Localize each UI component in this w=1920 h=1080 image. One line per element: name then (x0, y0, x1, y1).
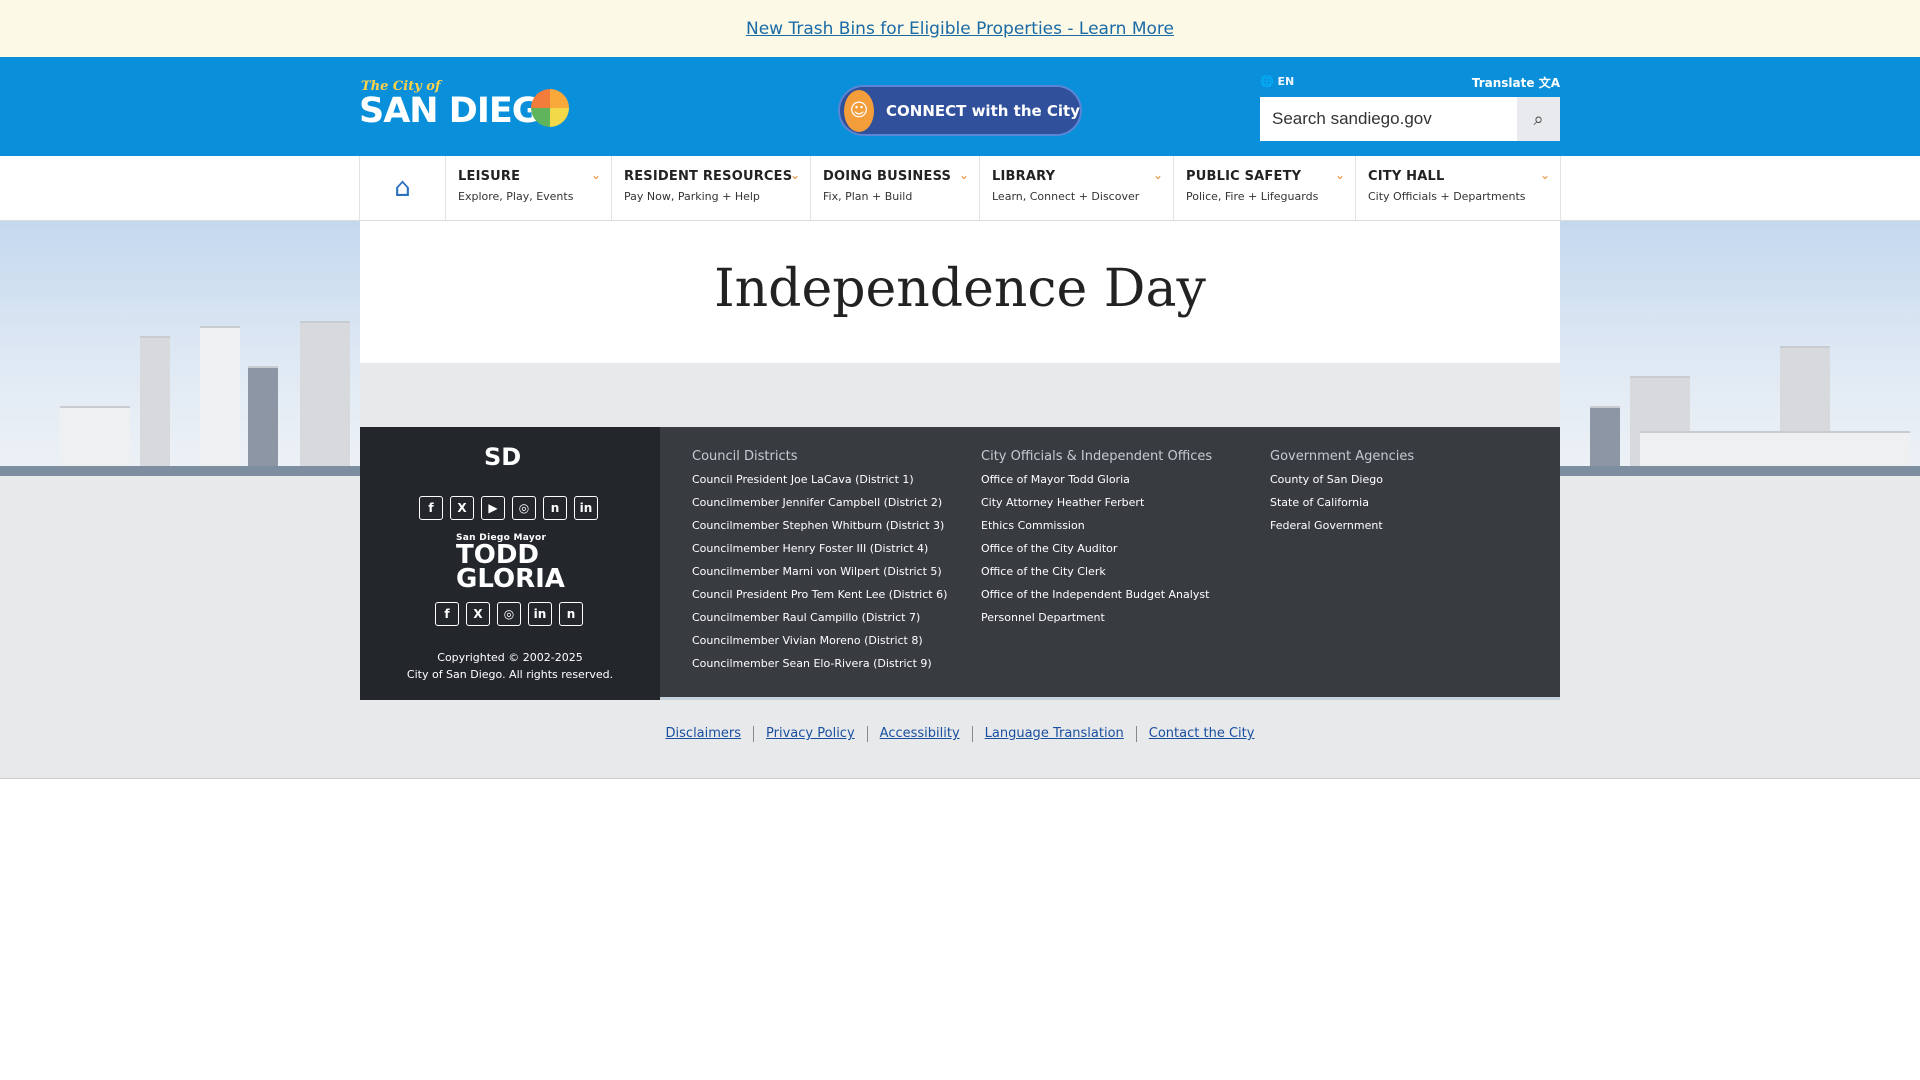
linkedin-icon[interactable]: in (528, 602, 552, 626)
footer-link[interactable]: Councilmember Henry Foster III (District… (692, 542, 947, 556)
facebook-icon[interactable]: f (435, 602, 459, 626)
footer-link[interactable]: Office of the City Auditor (981, 542, 1212, 556)
nav-item-leisure[interactable]: LEISURE Explore, Play, Events ⌄ (446, 156, 612, 220)
mayor-last-name: GLORIA (456, 564, 565, 594)
chevron-down-icon: ⌄ (1334, 168, 1345, 182)
x-twitter-icon[interactable]: X (466, 602, 490, 626)
search-input[interactable] (1260, 97, 1517, 141)
footer-link[interactable]: Councilmember Raul Campillo (District 7) (692, 611, 947, 625)
sd-logo[interactable]: SD (484, 443, 521, 471)
nextdoor-icon[interactable]: n (559, 602, 583, 626)
page-title: Independence Day (714, 259, 1206, 319)
home-icon: ⌂ (394, 173, 411, 203)
footer-column-title: City Officials & Independent Offices (981, 449, 1213, 464)
youtube-icon[interactable]: ▶ (481, 496, 505, 520)
chevron-down-icon: ⌄ (590, 168, 601, 182)
language-selector[interactable]: 🌐 EN (1260, 75, 1294, 88)
footer-link[interactable]: State of California (1270, 496, 1414, 510)
chevron-down-icon: ⌄ (1152, 168, 1163, 182)
connect-button[interactable]: ☺ CONNECT with the City (838, 85, 1082, 136)
footer-column-title: Government Agencies (1270, 449, 1415, 464)
footer-link[interactable]: Council President Pro Tem Kent Lee (Dist… (692, 588, 947, 602)
divider (0, 778, 1920, 779)
nav-item-public-safety[interactable]: PUBLIC SAFETY Police, Fire + Lifeguards … (1174, 156, 1356, 220)
footer-link[interactable]: County of San Diego (1270, 473, 1414, 487)
footer-link[interactable]: Councilmember Jennifer Campbell (Distric… (692, 496, 947, 510)
site-footer: SD f X ▶ ◎ n in San Diego Mayor TODD GLO… (360, 427, 1560, 700)
footer-link[interactable]: Councilmember Marni von Wilpert (Distric… (692, 565, 947, 579)
instagram-icon[interactable]: ◎ (497, 602, 521, 626)
alert-banner: New Trash Bins for Eligible Properties -… (0, 0, 1920, 57)
footer-link[interactable]: Office of the Independent Budget Analyst (981, 588, 1212, 602)
translate-icon: 文A (1538, 76, 1560, 90)
city-social-links: f X ▶ ◎ n in (419, 496, 598, 520)
sun-logo-icon (531, 89, 569, 127)
city-logo[interactable]: The City of SAN DIEGO (359, 79, 569, 135)
footer-column-agencies: Government Agencies County of San Diego … (1270, 449, 1414, 542)
nav-title: DOING BUSINESS (823, 169, 952, 184)
content-band (360, 363, 1560, 427)
footer-column-title: Council Districts (692, 449, 798, 464)
footer-link[interactable]: Office of Mayor Todd Gloria (981, 473, 1212, 487)
footer-link[interactable]: City Attorney Heather Ferbert (981, 496, 1212, 510)
chevron-down-icon: ⌄ (789, 168, 800, 182)
mayor-social-links: f X ◎ in n (435, 602, 583, 626)
disclaimers-link[interactable]: Disclaimers (654, 726, 754, 742)
nav-subtitle: Explore, Play, Events (458, 190, 574, 203)
site-header: The City of SAN DIEGO ☺ CONNECT with the… (0, 57, 1920, 156)
nav-title: LIBRARY (992, 169, 1056, 184)
nextdoor-icon[interactable]: n (543, 496, 567, 520)
footer-link[interactable]: Council President Joe LaCava (District 1… (692, 473, 947, 487)
instagram-icon[interactable]: ◎ (512, 496, 536, 520)
x-twitter-icon[interactable]: X (450, 496, 474, 520)
footer-link[interactable]: Ethics Commission (981, 519, 1212, 533)
mayor-logo[interactable]: San Diego Mayor TODD GLORIA (456, 533, 566, 594)
utility-bar: 🌐 EN Translate 文A (1260, 73, 1560, 93)
linkedin-icon[interactable]: in (574, 496, 598, 520)
nav-subtitle: City Officials + Departments (1368, 190, 1526, 203)
footer-column-officials: City Officials & Independent Offices Off… (981, 449, 1212, 634)
translate-label: Translate (1471, 76, 1535, 90)
copyright: Copyrighted © 2002-2025 City of San Dieg… (360, 649, 660, 683)
facebook-icon[interactable]: f (419, 496, 443, 520)
footer-brand: SD f X ▶ ◎ n in San Diego Mayor TODD GLO… (360, 427, 660, 700)
translate-link[interactable]: Translate 文A (1472, 74, 1560, 91)
nav-title: CITY HALL (1368, 169, 1445, 184)
accessibility-link[interactable]: Accessibility (866, 726, 972, 742)
contact-link[interactable]: Contact the City (1135, 726, 1267, 742)
nav-subtitle: Learn, Connect + Discover (992, 190, 1140, 203)
footer-link[interactable]: Personnel Department (981, 611, 1212, 625)
bottom-links: Disclaimers Privacy Policy Accessibility… (0, 726, 1920, 742)
home-button[interactable]: ⌂ (360, 156, 446, 220)
nav-subtitle: Fix, Plan + Build (823, 190, 913, 203)
search-form: ⌕ (1260, 97, 1560, 141)
nav-title: RESIDENT RESOURCES (624, 169, 793, 184)
search-icon: ⌕ (1533, 108, 1544, 129)
nav-title: LEISURE (458, 169, 521, 184)
nav-item-doing-business[interactable]: DOING BUSINESS Fix, Plan + Build ⌄ (811, 156, 980, 220)
nav-subtitle: Pay Now, Parking + Help (624, 190, 760, 203)
footer-link[interactable]: Councilmember Sean Elo-Rivera (District … (692, 657, 947, 671)
footer-link[interactable]: Councilmember Vivian Moreno (District 8) (692, 634, 947, 648)
alert-link[interactable]: New Trash Bins for Eligible Properties -… (746, 19, 1174, 39)
connect-icon: ☺ (844, 89, 874, 132)
footer-link[interactable]: Office of the City Clerk (981, 565, 1212, 579)
search-button[interactable]: ⌕ (1517, 97, 1560, 141)
footer-column-council: Council Districts Council President Joe … (692, 449, 947, 680)
connect-label: CONNECT with the City (886, 101, 1080, 120)
language-translation-link[interactable]: Language Translation (971, 726, 1136, 742)
footer-link[interactable]: Councilmember Stephen Whitburn (District… (692, 519, 947, 533)
chevron-down-icon: ⌄ (1539, 168, 1550, 182)
footer-link[interactable]: Federal Government (1270, 519, 1414, 533)
nav-subtitle: Police, Fire + Lifeguards (1186, 190, 1319, 203)
main-nav: ⌂ LEISURE Explore, Play, Events ⌄ RESIDE… (359, 156, 1561, 220)
privacy-policy-link[interactable]: Privacy Policy (753, 726, 867, 742)
copyright-text: Copyrighted © 2002-2025 (437, 651, 583, 664)
nav-item-city-hall[interactable]: CITY HALL City Officials + Departments ⌄ (1356, 156, 1561, 220)
nav-item-library[interactable]: LIBRARY Learn, Connect + Discover ⌄ (980, 156, 1174, 220)
nav-item-resident-resources[interactable]: RESIDENT RESOURCES Pay Now, Parking + He… (612, 156, 811, 220)
nav-title: PUBLIC SAFETY (1186, 169, 1302, 184)
rights-text: City of San Diego. All rights reserved. (406, 668, 614, 681)
chevron-down-icon: ⌄ (958, 168, 969, 182)
